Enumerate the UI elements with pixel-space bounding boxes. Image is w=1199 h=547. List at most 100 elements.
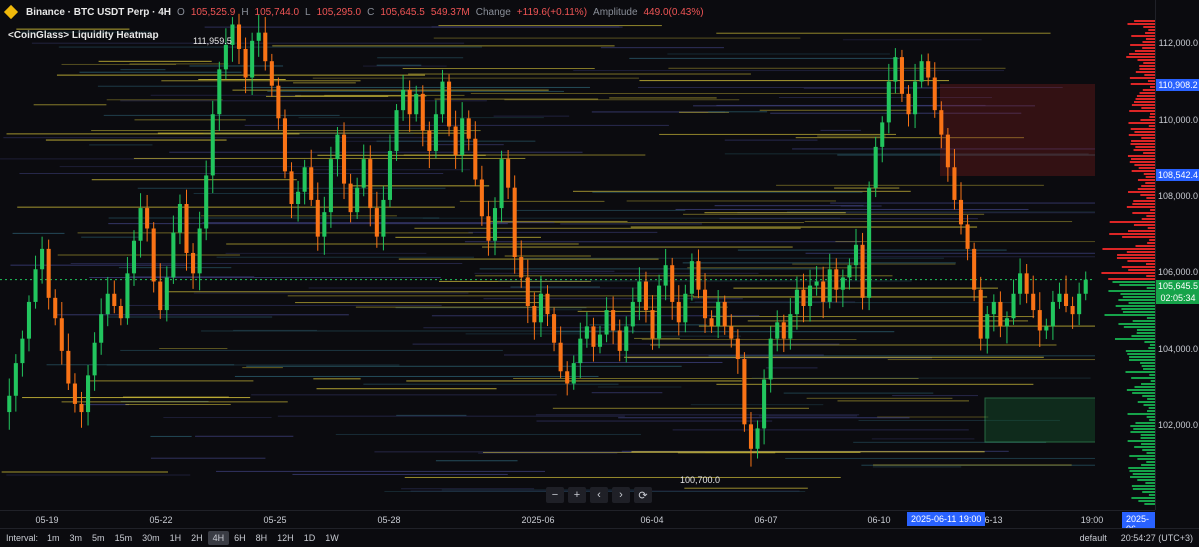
liquidity-bar <box>1137 401 1155 403</box>
heatmap-line <box>724 139 818 141</box>
liquidity-bar <box>1147 80 1155 82</box>
heatmap-line <box>125 403 231 405</box>
candle-body <box>341 134 347 184</box>
candle-body <box>46 248 51 298</box>
heatmap-line <box>133 157 526 159</box>
liquidity-bar <box>1123 326 1155 328</box>
candle-body <box>250 40 255 78</box>
candle-body <box>296 191 301 204</box>
heatmap-line <box>233 329 317 331</box>
candle-body <box>578 338 583 364</box>
interval-6h[interactable]: 6H <box>229 531 251 545</box>
heatmap-line <box>6 474 191 476</box>
liquidity-bar <box>1129 356 1155 358</box>
candle-body <box>433 114 438 151</box>
symbol-title[interactable]: Binance · BTC USDT Perp · 4H <box>26 7 171 18</box>
candle-body <box>407 89 412 115</box>
liquidity-bar <box>1117 254 1155 256</box>
candle-body <box>893 57 898 82</box>
liquidity-bar <box>1131 35 1155 37</box>
candle-body <box>486 216 491 241</box>
liquidity-bar <box>1122 236 1155 238</box>
liquidity-bar <box>1126 206 1155 208</box>
liquidity-bar <box>1128 302 1155 304</box>
candle-body <box>387 150 393 200</box>
date-tick: 06-10 <box>867 515 891 525</box>
candle-body <box>847 265 852 278</box>
interval-1w[interactable]: 1W <box>320 531 344 545</box>
candle-body <box>282 118 287 172</box>
interval-1d[interactable]: 1D <box>299 531 321 545</box>
candle-body <box>66 350 71 384</box>
liquidity-bar <box>1112 281 1155 283</box>
current-price-tag: 105,645.5 <box>1156 280 1199 292</box>
scroll-right-button[interactable]: › <box>612 487 630 503</box>
liquidity-bar <box>1132 212 1155 214</box>
interval-12h[interactable]: 12H <box>272 531 299 545</box>
reset-chart-button[interactable]: ⟳ <box>634 487 652 503</box>
liquidity-bar <box>1141 218 1155 220</box>
liquidity-bar <box>1147 398 1155 400</box>
liquidity-bar <box>1139 68 1155 70</box>
zoom-out-button[interactable]: − <box>546 487 564 503</box>
liquidity-bar <box>1108 290 1155 292</box>
liquidity-bar <box>1147 242 1155 244</box>
amplitude-value: 449.0(0.43%) <box>643 6 704 18</box>
heatmap-line <box>19 172 444 174</box>
candle-body <box>414 93 419 115</box>
candle-body <box>309 167 314 200</box>
liquidity-bar <box>1146 215 1155 217</box>
heatmap-line <box>842 39 982 41</box>
heatmap-line <box>631 451 985 453</box>
candle-body <box>853 244 859 266</box>
heatmap-line <box>77 232 473 234</box>
heatmap-line <box>363 65 447 67</box>
interval-8h[interactable]: 8H <box>251 531 273 545</box>
heatmap-line <box>433 37 801 39</box>
interval-1h[interactable]: 1H <box>165 531 187 545</box>
heatmap-line <box>45 139 227 141</box>
interval-30m[interactable]: 30m <box>137 531 165 545</box>
candle-body <box>164 277 169 311</box>
liquidity-bar <box>1140 362 1155 364</box>
liquidity-bar <box>1147 227 1155 229</box>
interval-15m[interactable]: 15m <box>110 531 138 545</box>
price-chart[interactable] <box>0 0 1095 510</box>
scroll-left-button[interactable]: ‹ <box>590 487 608 503</box>
date-axis[interactable]: 05-19 05-22 05-25 05-28 2025-06 06-04 06… <box>0 510 1155 536</box>
candle-body <box>808 285 813 306</box>
interval-4h[interactable]: 4H <box>207 531 230 545</box>
symbol-header: Binance · BTC USDT Perp · 4H O 105,525.9 … <box>0 0 1101 24</box>
zoom-in-button[interactable]: + <box>568 487 586 503</box>
candle-body <box>276 85 281 119</box>
heatmap-line <box>503 354 824 356</box>
liquidity-bar <box>1146 197 1155 199</box>
interval-5m[interactable]: 5m <box>87 531 110 545</box>
heatmap-line <box>626 200 836 202</box>
candle-body <box>952 167 957 200</box>
candle-body <box>492 208 498 241</box>
interval-3m[interactable]: 3m <box>65 531 88 545</box>
liquidity-bar <box>1108 278 1155 280</box>
date-tick: 05-25 <box>263 515 287 525</box>
candle-body <box>315 199 320 237</box>
heatmap-line <box>668 67 1006 69</box>
heatmap-line <box>552 407 809 409</box>
liquidity-bar <box>1132 392 1155 394</box>
price-axis[interactable]: 112,000.0 110,000.0 108,000.0 106,000.0 … <box>1155 0 1199 510</box>
heatmap-line <box>70 262 463 264</box>
interval-2h[interactable]: 2H <box>186 531 208 545</box>
heatmap-line <box>600 47 724 49</box>
layout-selector[interactable]: default <box>1080 533 1107 543</box>
candle-body <box>729 326 734 339</box>
open-label: O <box>177 6 185 18</box>
indicator-title[interactable]: <CoinGlass> Liquidity Heatmap <box>8 30 159 41</box>
low-value: 105,295.0 <box>316 6 362 18</box>
heatmap-line <box>150 457 266 459</box>
candle-body <box>670 265 675 302</box>
interval-1m[interactable]: 1m <box>42 531 65 545</box>
heatmap-line <box>575 361 723 363</box>
liquidity-bar <box>1140 437 1155 439</box>
liquidity-bar <box>1143 26 1155 28</box>
liquidity-bar <box>1125 350 1155 352</box>
